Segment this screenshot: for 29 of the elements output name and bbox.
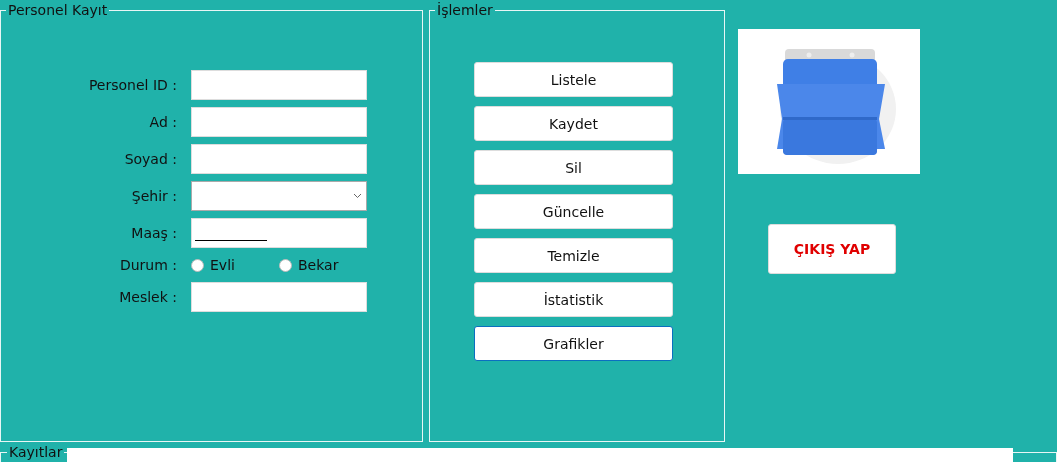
radio-option[interactable]: Evli — [191, 257, 279, 273]
chevron-down-icon — [353, 193, 362, 199]
dropdown-field[interactable] — [191, 181, 367, 211]
group-title: İşlemler — [436, 2, 494, 18]
input-field[interactable] — [191, 70, 367, 100]
input-field[interactable] — [191, 282, 367, 312]
group-title: Personel Kayıt — [7, 2, 109, 18]
action-button[interactable]: Listele — [474, 62, 673, 97]
radio-icon[interactable] — [279, 258, 292, 272]
field-label: Meslek : — [119, 289, 177, 305]
action-button[interactable]: Kaydet — [474, 106, 673, 141]
group-title: Kayıtlar — [8, 444, 64, 460]
radio-option[interactable]: Bekar — [279, 257, 367, 273]
action-button[interactable]: Sil — [474, 150, 673, 185]
field-label: Durum : — [119, 257, 177, 273]
action-button[interactable]: Temizle — [474, 238, 673, 273]
field-label: Soyad : — [124, 151, 177, 167]
field-label: Şehir : — [131, 188, 177, 204]
input-field[interactable] — [191, 107, 367, 137]
radio-icon[interactable] — [191, 258, 204, 272]
action-button[interactable]: Grafikler — [474, 326, 673, 361]
input-field[interactable] — [191, 218, 367, 248]
field-label: Personel ID : — [88, 77, 177, 93]
input-field[interactable] — [191, 144, 367, 174]
field-label: Maaş : — [131, 225, 177, 241]
action-button[interactable]: İstatistik — [474, 282, 673, 317]
exit-button[interactable]: ÇIKIŞ YAP — [768, 224, 896, 274]
field-label: Ad : — [149, 114, 177, 130]
action-button[interactable]: Güncelle — [474, 194, 673, 229]
